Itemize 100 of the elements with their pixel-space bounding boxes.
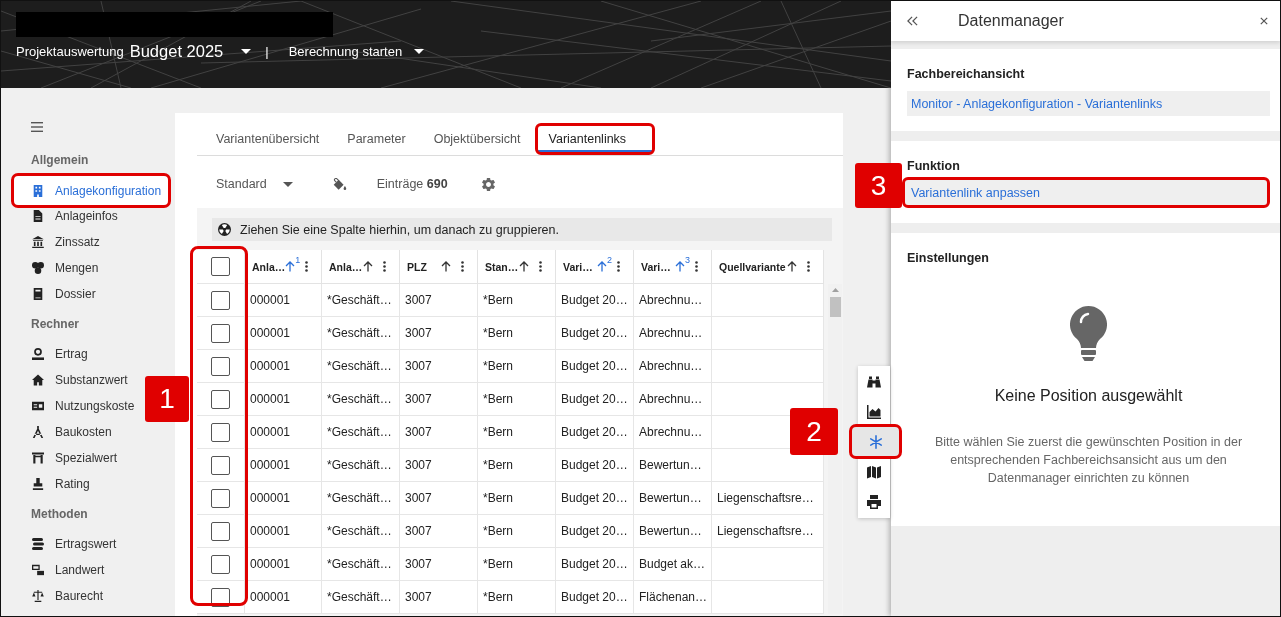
menu-icon[interactable]	[31, 121, 43, 132]
more-icon[interactable]	[617, 261, 620, 272]
table-cell: Abrechnu…	[634, 383, 712, 416]
document-icon	[32, 210, 44, 222]
table-cell: *Geschäft…	[322, 416, 400, 449]
column-header[interactable]: PLZ	[400, 250, 478, 284]
column-label: Anla…	[252, 260, 286, 273]
column-header[interactable]: Vari… 3	[634, 250, 712, 284]
table-cell: *Bern	[478, 350, 556, 383]
sidebar-item[interactable]: Ertrag	[11, 341, 95, 367]
calculation-dropdown[interactable]: Berechnung starten	[288, 39, 425, 63]
empty-state-title: Keine Position ausgewählt	[994, 387, 1183, 405]
tab[interactable]: Variantenlinks	[534, 123, 656, 155]
row-checkbox[interactable]	[211, 521, 230, 541]
sidebar-item[interactable]: Landwert	[11, 557, 112, 583]
column-header[interactable]: Anla… 1	[245, 250, 322, 284]
column-label: Vari…	[641, 260, 671, 273]
sort-arrow-icon[interactable]	[441, 261, 451, 272]
project-dropdown[interactable]: Projektauswertung Budget 2025	[16, 39, 252, 63]
sidebar-item[interactable]: Mengen	[11, 255, 106, 281]
row-checkbox[interactable]	[211, 389, 230, 409]
column-label: Stan…	[485, 260, 519, 273]
table-cell: 000001	[245, 284, 322, 317]
table-cell: *Geschäft…	[322, 350, 400, 383]
sort-arrow-icon[interactable]	[787, 261, 797, 272]
tab[interactable]: Variantenübersicht	[202, 123, 334, 155]
table-cell: *Bern	[478, 449, 556, 482]
more-icon[interactable]	[539, 261, 542, 272]
table-cell: *Geschäft…	[322, 548, 400, 581]
table-cell: *Geschäft…	[322, 317, 400, 350]
sidebar-item[interactable]: Baukosten	[11, 419, 119, 445]
sidebar-item[interactable]: Zinssatz	[11, 229, 107, 255]
stamp-icon	[32, 478, 44, 490]
tab[interactable]: Parameter	[333, 123, 420, 155]
sidebar-item[interactable]: Rating	[11, 471, 97, 497]
table-cell: *Bern	[478, 416, 556, 449]
tab[interactable]: Objektübersicht	[419, 123, 535, 155]
table-cell: *Bern	[478, 284, 556, 317]
table-cell: Budget ak…	[634, 548, 712, 581]
scrollbar-thumb[interactable]	[829, 297, 841, 317]
section-heading: Fachbereichansicht	[907, 66, 1026, 82]
sidebar-item[interactable]: Substanzwert	[11, 367, 135, 393]
sidebar-item[interactable]: Baurecht	[11, 583, 111, 609]
function-link[interactable]: Variantenlink anpassen	[902, 177, 1270, 208]
collapse-icon[interactable]	[907, 16, 918, 26]
table-cell: 3007	[400, 482, 478, 515]
table-cell: Budget 20…	[556, 383, 634, 416]
sidebar-item[interactable]: Anlagekonfiguration	[11, 173, 171, 208]
row-checkbox[interactable]	[211, 323, 230, 343]
table-cell: 000001	[245, 383, 322, 416]
column-header[interactable]: Stan…	[478, 250, 556, 284]
sort-arrow-icon[interactable]	[519, 261, 529, 272]
sort-arrow-icon[interactable]	[363, 261, 373, 272]
table-cell: *Bern	[478, 383, 556, 416]
select-all-checkbox[interactable]	[211, 257, 230, 276]
more-icon[interactable]	[461, 261, 464, 272]
column-label: Anla…	[329, 260, 363, 273]
group-panel[interactable]: Ziehen Sie eine Spalte hierhin, um danach zu gruppieren.	[212, 218, 832, 241]
sidebar-item[interactable]: Dossier	[11, 281, 103, 307]
circles-icon	[32, 262, 44, 274]
caret-icon	[241, 48, 252, 54]
row-checkbox[interactable]	[211, 488, 230, 508]
function-link[interactable]: Monitor - Anlagekonfiguration - Variantenlinks	[907, 91, 1270, 116]
sidebar-item[interactable]: Nutzungskoste	[11, 393, 142, 419]
table-cell: Liegenschaftsre…	[712, 515, 824, 548]
section-heading: Rechner	[31, 317, 80, 331]
more-icon[interactable]	[807, 261, 810, 272]
more-icon[interactable]	[305, 261, 309, 272]
more-icon[interactable]	[695, 261, 698, 272]
settings-icon[interactable]	[481, 177, 495, 191]
table-cell: *Geschäft…	[322, 482, 400, 515]
row-checkbox[interactable]	[211, 356, 230, 376]
sort-rank: 3	[685, 256, 690, 265]
row-checkbox[interactable]	[211, 554, 230, 574]
column-header[interactable]: Anla…	[322, 250, 400, 284]
row-checkbox[interactable]	[211, 455, 230, 475]
table-cell: Budget 20…	[556, 350, 634, 383]
caret-icon	[282, 181, 293, 187]
radiation-icon	[218, 223, 231, 236]
printer-icon	[867, 495, 881, 509]
more-icon[interactable]	[383, 261, 386, 272]
table-cell: Budget 20…	[556, 284, 634, 317]
caret-icon	[414, 48, 425, 54]
sidebar-item[interactable]: Spezialwert	[11, 445, 125, 471]
column-header[interactable]: Quellvariante	[712, 250, 824, 284]
close-icon[interactable]	[1260, 17, 1268, 25]
table-cell: *Bern	[478, 581, 556, 614]
book-icon	[32, 288, 44, 300]
column-header[interactable]: Vari… 2	[556, 250, 634, 284]
compass-icon	[32, 426, 44, 438]
sort-rank: 1	[295, 256, 301, 265]
area-chart-icon	[867, 405, 881, 419]
sidebar-item[interactable]: Ertragswert	[11, 531, 124, 557]
table-cell: Bewertun…	[634, 482, 712, 515]
view-dropdown[interactable]: Standard	[216, 177, 293, 191]
table-cell: 3007	[400, 548, 478, 581]
paint-bucket-icon[interactable]	[332, 177, 347, 191]
row-checkbox[interactable]	[211, 290, 230, 310]
row-checkbox[interactable]	[211, 422, 230, 442]
gate-icon	[32, 452, 44, 464]
